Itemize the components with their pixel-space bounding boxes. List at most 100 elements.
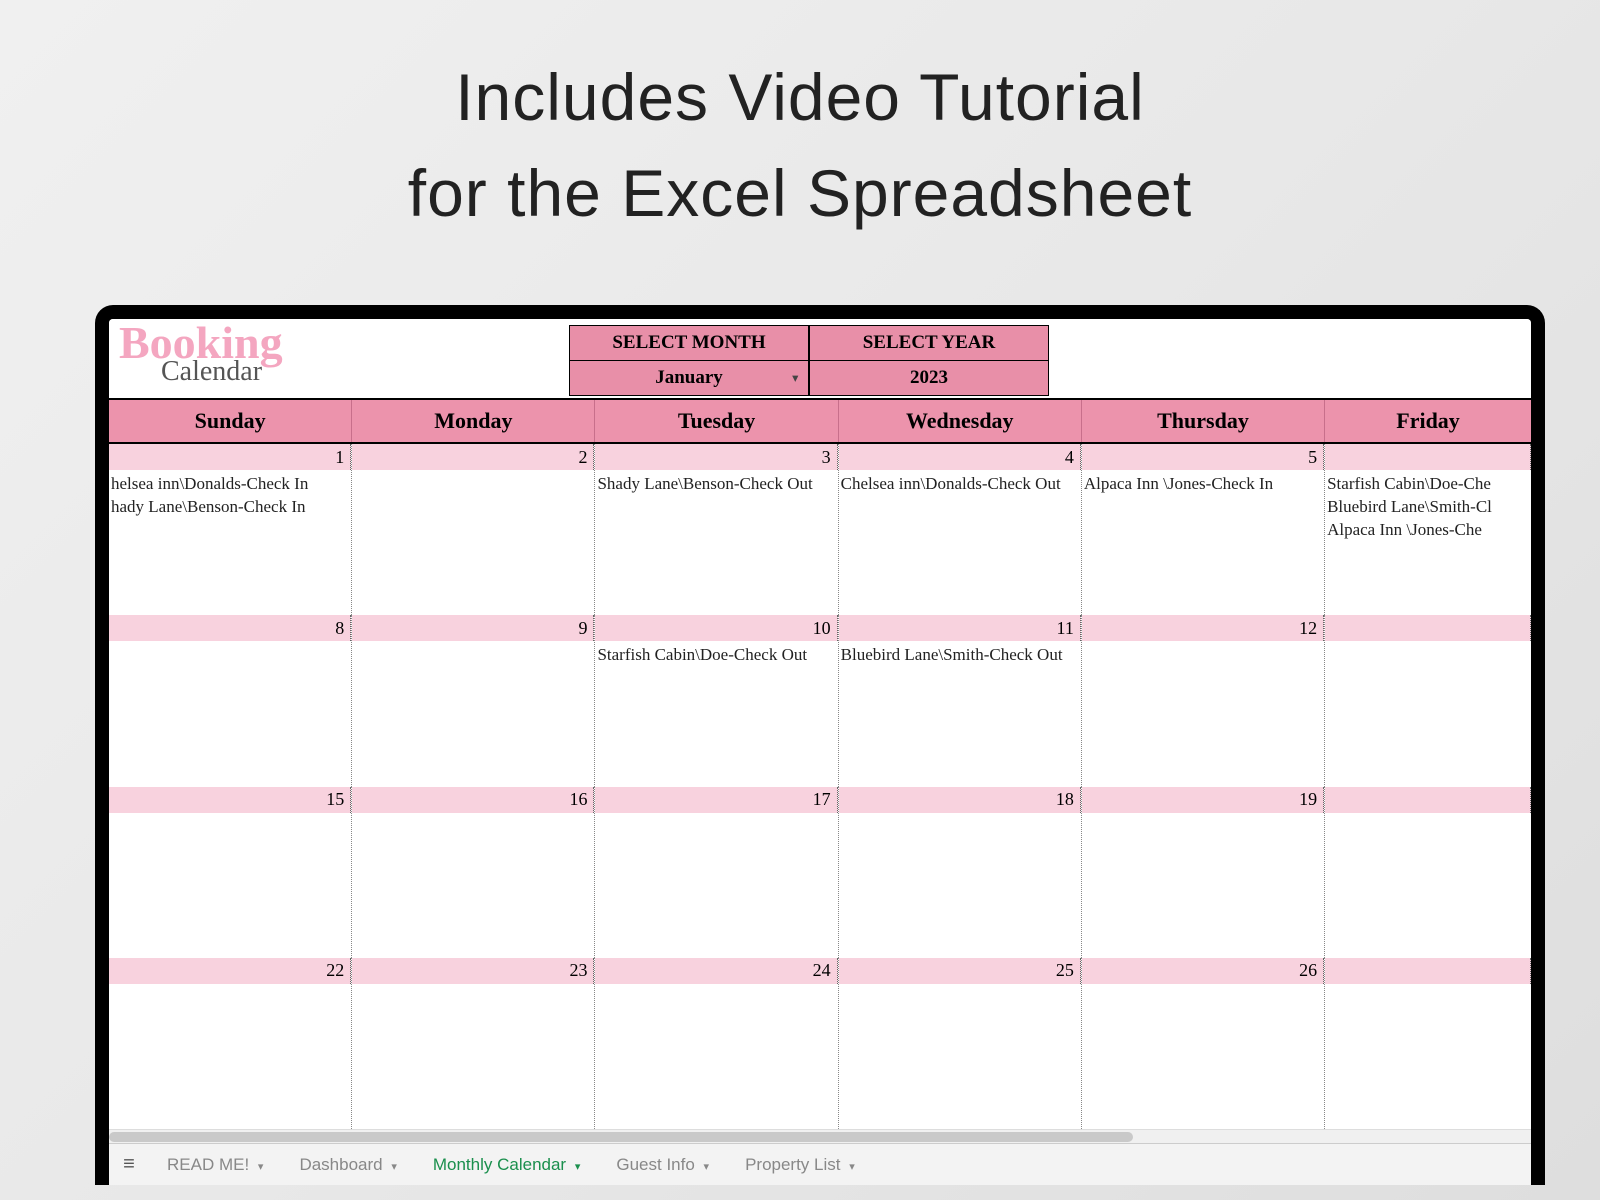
cell-events: helsea inn\Donalds-Check Inhady Lane\Ben… (109, 470, 351, 615)
cell-events (1082, 984, 1324, 1129)
date-number: 16 (352, 787, 594, 813)
date-number: 11 (839, 615, 1081, 641)
calendar-cell[interactable] (1325, 615, 1531, 786)
calendar-cell[interactable]: 23 (352, 958, 595, 1129)
calendar-cell[interactable] (1325, 958, 1531, 1129)
calendar-cell[interactable]: 19 (1082, 787, 1325, 958)
device-frame: Booking Calendar SELECT MONTH January ▾ … (95, 305, 1545, 1185)
select-month-value: January (655, 367, 723, 388)
calendar-cell[interactable]: 26 (1082, 958, 1325, 1129)
weekday-header: Sunday (109, 400, 352, 442)
cell-events: Bluebird Lane\Smith-Check Out (839, 641, 1081, 786)
headline-line1: Includes Video Tutorial (0, 50, 1600, 146)
booking-event: Bluebird Lane\Smith-Check Out (841, 644, 1079, 667)
cell-events: Shady Lane\Benson-Check Out (595, 470, 837, 615)
calendar-cell[interactable]: 8 (109, 615, 352, 786)
chevron-down-icon: ▾ (849, 1161, 855, 1173)
horizontal-scrollbar[interactable] (109, 1129, 1531, 1143)
date-number: 9 (352, 615, 594, 641)
select-year-label: SELECT YEAR (809, 325, 1049, 361)
booking-event: hady Lane\Benson-Check In (111, 496, 349, 519)
calendar-cell[interactable]: 16 (352, 787, 595, 958)
sheet-tabs: ≡ READ ME! ▾Dashboard ▾Monthly Calendar … (109, 1143, 1531, 1185)
date-number: 3 (595, 444, 837, 470)
calendar-cell[interactable]: 11 Bluebird Lane\Smith-Check Out (839, 615, 1082, 786)
booking-event: Bluebird Lane\Smith-Cl (1327, 496, 1529, 519)
calendar-grid: 1helsea inn\Donalds-Check Inhady Lane\Be… (109, 444, 1531, 1129)
calendar-cell[interactable]: 22 (109, 958, 352, 1129)
cell-events (352, 470, 594, 615)
month-selector: SELECT MONTH January ▾ (569, 325, 809, 396)
cell-events (1082, 813, 1324, 958)
date-number: 25 (839, 958, 1081, 984)
date-number: 5 (1082, 444, 1324, 470)
date-number (1325, 958, 1531, 984)
calendar-cell[interactable]: 12 (1082, 615, 1325, 786)
cell-events (352, 984, 594, 1129)
calendar-cell[interactable] (1325, 787, 1531, 958)
cell-events (839, 813, 1081, 958)
sheets-menu-icon[interactable]: ≡ (109, 1153, 149, 1176)
booking-event: Shady Lane\Benson-Check Out (597, 473, 835, 496)
calendar-week: 1516171819 (109, 787, 1531, 958)
brand-block: Booking Calendar (109, 325, 369, 388)
chevron-down-icon: ▾ (704, 1161, 710, 1173)
cell-events (352, 641, 594, 786)
sheet-tab[interactable]: Property List ▾ (727, 1155, 873, 1175)
calendar-cell[interactable]: 4Chelsea inn\Donalds-Check Out (839, 444, 1082, 615)
date-number: 24 (595, 958, 837, 984)
chevron-down-icon: ▾ (258, 1161, 264, 1173)
date-number: 15 (109, 787, 351, 813)
cell-events: Chelsea inn\Donalds-Check Out (839, 470, 1081, 615)
cell-events (1325, 813, 1531, 958)
cell-events (1325, 984, 1531, 1129)
calendar-cell[interactable]: 17 (595, 787, 838, 958)
sheet-topbar: Booking Calendar SELECT MONTH January ▾ … (109, 319, 1531, 398)
date-number: 17 (595, 787, 837, 813)
calendar-cell[interactable]: 2 (352, 444, 595, 615)
calendar-cell[interactable]: 10Starfish Cabin\Doe-Check Out (595, 615, 838, 786)
sheet-tab[interactable]: Dashboard ▾ (281, 1155, 414, 1175)
select-year-value-cell[interactable]: 2023 (809, 361, 1049, 396)
calendar-cell[interactable]: 18 (839, 787, 1082, 958)
booking-event: Chelsea inn\Donalds-Check Out (841, 473, 1079, 496)
cell-events: Starfish Cabin\Doe-CheBluebird Lane\Smit… (1325, 470, 1531, 615)
calendar-cell[interactable]: 25 (839, 958, 1082, 1129)
cell-events (1325, 641, 1531, 786)
cell-events (109, 641, 351, 786)
calendar-cell[interactable]: 24 (595, 958, 838, 1129)
cell-events (109, 984, 351, 1129)
date-number: 26 (1082, 958, 1324, 984)
weekday-header: Tuesday (595, 400, 838, 442)
promo-headline: Includes Video Tutorial for the Excel Sp… (0, 0, 1600, 241)
calendar-cell[interactable]: 1helsea inn\Donalds-Check Inhady Lane\Be… (109, 444, 352, 615)
cell-events (1082, 641, 1324, 786)
calendar-week: 2223242526 (109, 958, 1531, 1129)
scrollbar-thumb[interactable] (109, 1132, 1133, 1142)
calendar-cell[interactable]: Starfish Cabin\Doe-CheBluebird Lane\Smit… (1325, 444, 1531, 615)
calendar-cell[interactable]: 3 Shady Lane\Benson-Check Out (595, 444, 838, 615)
date-number: 10 (595, 615, 837, 641)
date-number: 22 (109, 958, 351, 984)
calendar-cell[interactable]: 9 (352, 615, 595, 786)
cell-events (352, 813, 594, 958)
booking-event: Alpaca Inn \Jones-Check In (1084, 473, 1322, 496)
cell-events (595, 984, 837, 1129)
sheet-tab[interactable]: Guest Info ▾ (598, 1155, 727, 1175)
date-number: 2 (352, 444, 594, 470)
date-number (1325, 444, 1531, 470)
sheet-tab[interactable]: Monthly Calendar ▾ (415, 1155, 599, 1175)
sheet-tab[interactable]: READ ME! ▾ (149, 1155, 281, 1175)
calendar-cell[interactable]: 5 Alpaca Inn \Jones-Check In (1082, 444, 1325, 615)
select-month-dropdown[interactable]: January ▾ (569, 361, 809, 396)
chevron-down-icon: ▾ (575, 1161, 581, 1173)
weekday-header-row: SundayMondayTuesdayWednesdayThursdayFrid… (109, 398, 1531, 444)
date-number (1325, 615, 1531, 641)
select-month-label: SELECT MONTH (569, 325, 809, 361)
weekday-header: Monday (352, 400, 595, 442)
cell-events (839, 984, 1081, 1129)
cell-events: Starfish Cabin\Doe-Check Out (595, 641, 837, 786)
year-selector: SELECT YEAR 2023 (809, 325, 1049, 396)
calendar-cell[interactable]: 15 (109, 787, 352, 958)
date-number: 18 (839, 787, 1081, 813)
